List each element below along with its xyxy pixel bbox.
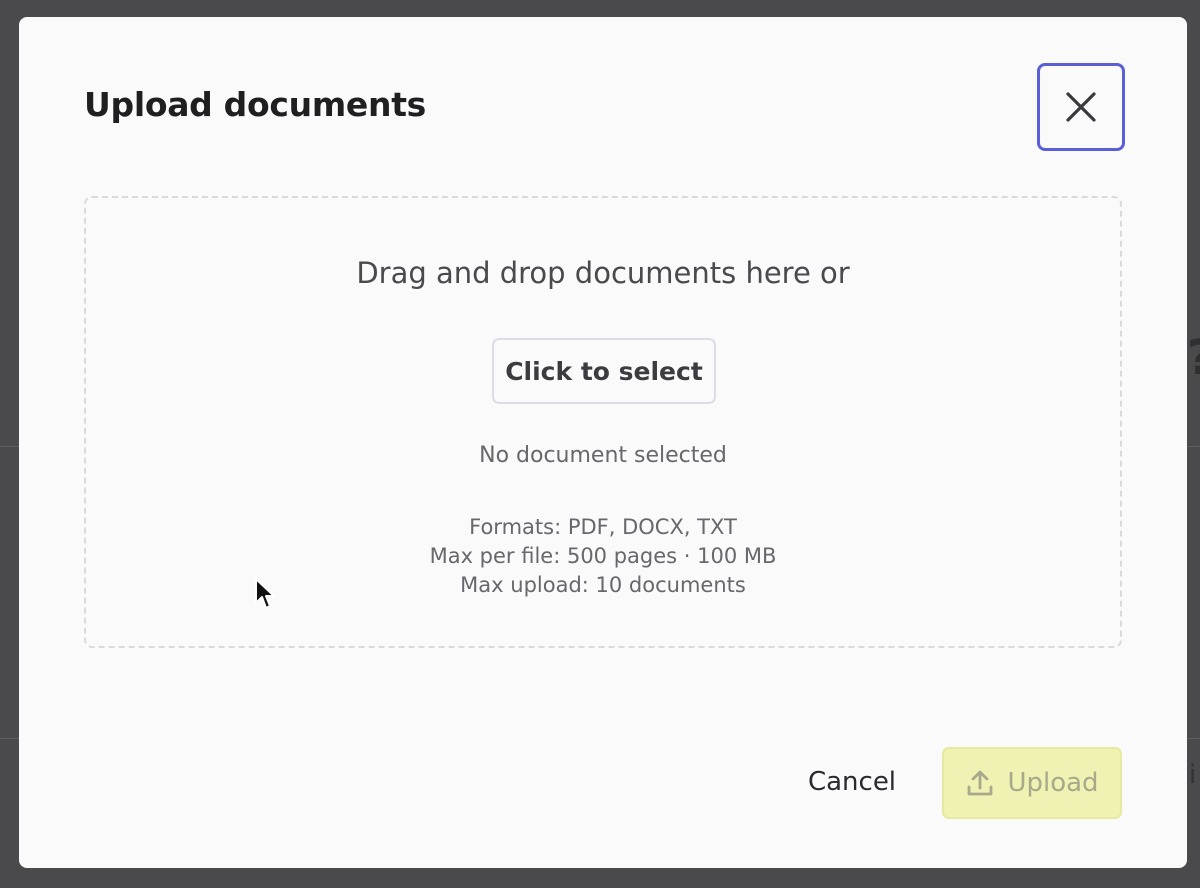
drop-prompt: Drag and drop documents here or	[356, 256, 850, 290]
select-files-button[interactable]: Click to select	[492, 338, 716, 404]
background-divider	[0, 738, 19, 739]
selection-status: No document selected	[479, 443, 727, 468]
background-text: i	[1189, 760, 1197, 790]
background-text: ?	[1187, 330, 1200, 386]
upload-button[interactable]: Upload	[942, 747, 1122, 819]
cancel-button[interactable]: Cancel	[787, 757, 917, 807]
formats-text: Formats: PDF, DOCX, TXT	[469, 515, 737, 539]
background-divider	[0, 446, 19, 447]
dialog-title: Upload documents	[84, 85, 427, 124]
upload-label: Upload	[1007, 768, 1099, 798]
close-button[interactable]	[1037, 63, 1125, 151]
max-upload-text: Max upload: 10 documents	[460, 573, 746, 597]
drop-zone[interactable]: Drag and drop documents here or Click to…	[84, 196, 1122, 648]
upload-icon	[968, 770, 993, 796]
background-divider	[1187, 446, 1200, 447]
max-per-file-text: Max per file: 500 pages · 100 MB	[429, 544, 777, 568]
mouse-cursor-icon	[255, 578, 275, 609]
upload-limits: Formats: PDF, DOCX, TXT Max per file: 50…	[86, 513, 1120, 600]
close-icon	[1066, 92, 1096, 122]
background-divider	[1187, 738, 1200, 739]
upload-dialog: Upload documents Drag and drop documents…	[19, 17, 1187, 868]
